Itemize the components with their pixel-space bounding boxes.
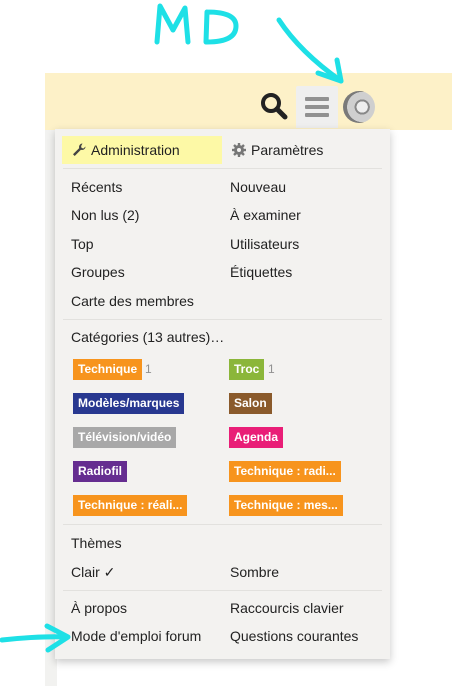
divider: [63, 524, 382, 525]
tab-administration[interactable]: Administration: [62, 136, 222, 164]
category-agenda[interactable]: Agenda: [229, 427, 284, 448]
tab-parametres[interactable]: Paramètres: [231, 136, 381, 164]
category-technique-realisations[interactable]: Technique : réali...: [73, 495, 188, 516]
link-recents[interactable]: Récents: [71, 177, 122, 197]
divider: [63, 319, 382, 320]
link-etiquettes[interactable]: Étiquettes: [230, 262, 292, 282]
category-television-video[interactable]: Télévision/vidéo: [73, 427, 177, 448]
wrench-icon: [73, 143, 86, 156]
link-non-lus[interactable]: Non lus (2): [71, 205, 139, 225]
divider: [63, 168, 382, 169]
search-button[interactable]: [258, 90, 290, 122]
link-mode-d-emploi-forum[interactable]: Mode d'emploi forum: [71, 626, 201, 646]
category-modeles-marques[interactable]: Modèles/marques: [73, 393, 185, 414]
annotation-text: MD: [0, 0, 2, 1]
link-utilisateurs[interactable]: Utilisateurs: [230, 234, 299, 254]
link-top[interactable]: Top: [71, 234, 94, 254]
category-technique[interactable]: Technique: [73, 359, 143, 380]
themes-header: Thèmes: [71, 535, 122, 551]
category-technique-radio[interactable]: Technique : radi...: [229, 461, 341, 482]
search-icon: [261, 93, 288, 120]
link-a-examiner[interactable]: À examiner: [230, 205, 301, 225]
categories-header-link[interactable]: Catégories (13 autres)…: [71, 327, 224, 347]
divider: [63, 590, 382, 591]
link-a-propos[interactable]: À propos: [71, 598, 127, 618]
theme-light-option[interactable]: Clair ✓: [71, 562, 115, 582]
category-troc[interactable]: Troc: [229, 359, 265, 380]
gear-icon: [232, 143, 246, 157]
link-raccourcis-clavier[interactable]: Raccourcis clavier: [230, 598, 344, 618]
link-questions-courantes[interactable]: Questions courantes: [230, 626, 358, 646]
tab-parametres-label: Paramètres: [251, 142, 324, 158]
category-count: 1: [145, 362, 152, 376]
link-groupes[interactable]: Groupes: [71, 262, 125, 282]
site-header: [45, 73, 452, 130]
hamburger-dropdown-menu: Administration Paramètres Récents Nouvea…: [55, 129, 390, 659]
category-count: 1: [268, 362, 275, 376]
user-avatar-button[interactable]: [343, 91, 375, 123]
category-salon[interactable]: Salon: [229, 393, 272, 414]
annotation-letter-d: [203, 9, 239, 45]
link-carte-des-membres[interactable]: Carte des membres: [71, 291, 194, 311]
link-nouveau[interactable]: Nouveau: [230, 177, 286, 197]
tab-administration-label: Administration: [91, 142, 180, 158]
category-technique-mesures[interactable]: Technique : mes...: [229, 495, 343, 516]
theme-dark-option[interactable]: Sombre: [230, 562, 279, 582]
hamburger-menu-button[interactable]: [296, 86, 338, 128]
category-radiofil[interactable]: Radiofil: [73, 461, 127, 482]
arrow-to-avatar: [276, 17, 344, 84]
annotation-letter-m: [154, 3, 191, 45]
